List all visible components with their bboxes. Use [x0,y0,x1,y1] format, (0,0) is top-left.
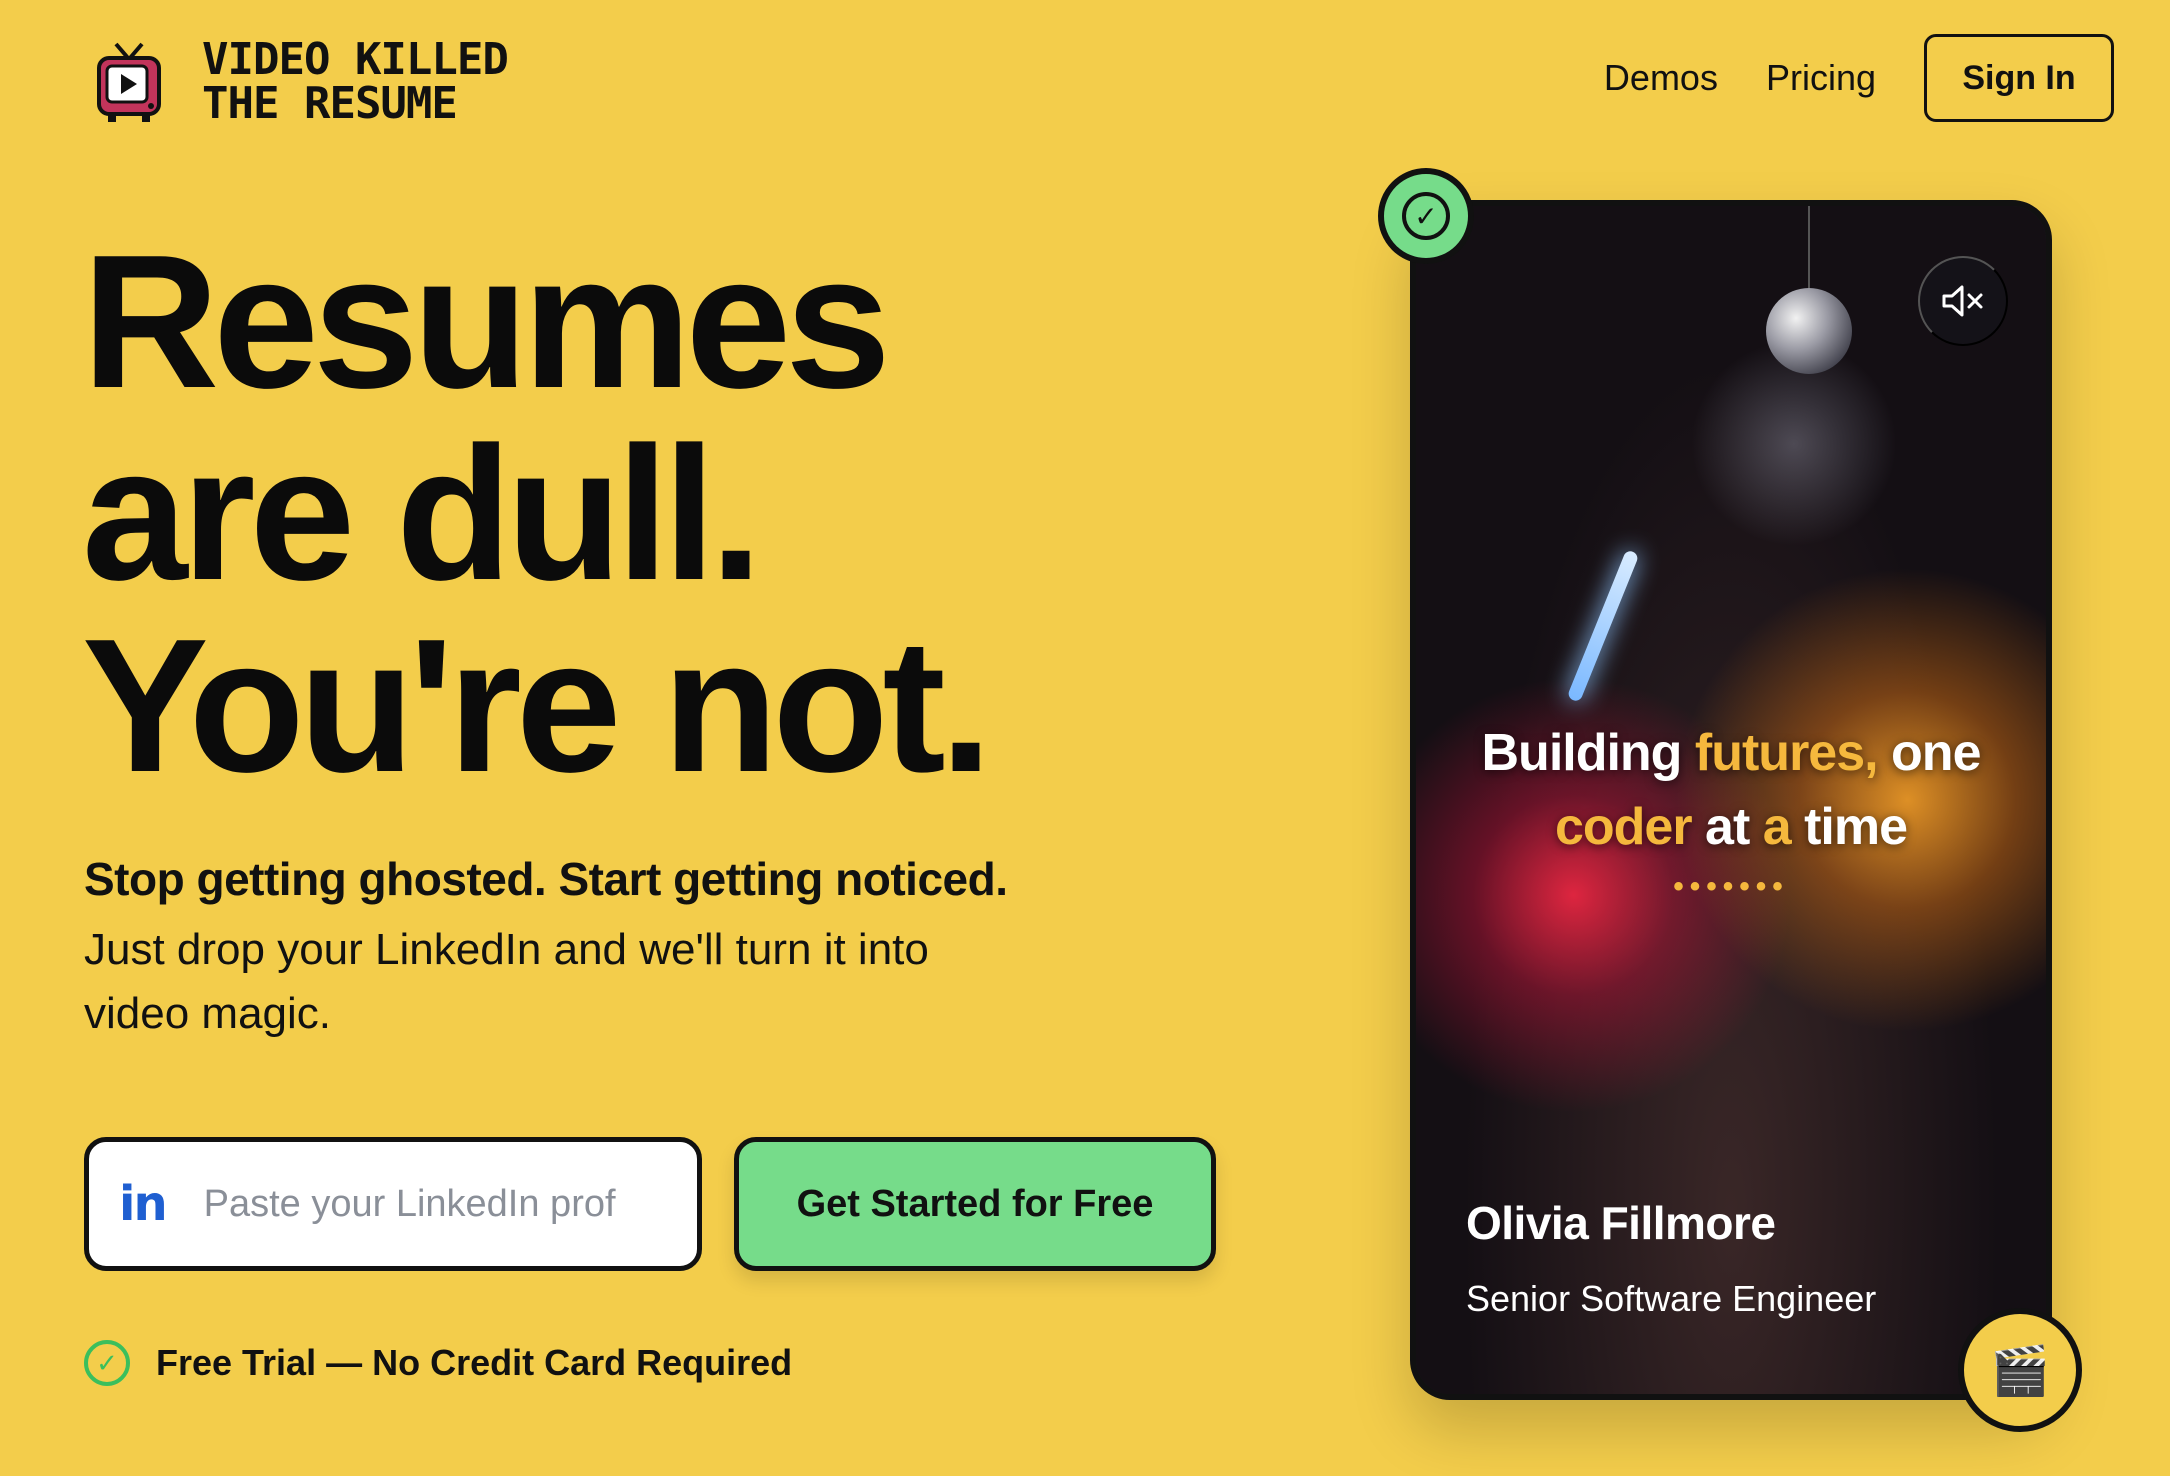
caption-progress-dots: ••••••• [1673,870,1789,903]
caption-highlight-3: a [1762,798,1792,856]
caption-text-3: at [1691,798,1763,856]
headline-line-3: You're not. [82,600,993,812]
speaker-muted-icon [1942,285,1983,317]
headline-line-1: Resumes [82,216,891,428]
caption-text-1: Building [1481,724,1695,782]
verified-badge: ✓ [1378,168,1474,264]
get-started-button[interactable]: Get Started for Free [734,1137,1216,1271]
nav-pricing-link[interactable]: Pricing [1766,57,1876,99]
headline-line-2: are dull. [82,408,763,620]
logo-line-1: VIDEO KILLED [202,34,509,85]
linkedin-icon: in [119,1176,168,1232]
person-name: Olivia Fillmore [1466,1197,1776,1249]
nav-demos-link[interactable]: Demos [1604,57,1718,99]
disco-ball [1766,288,1852,374]
video-preview-card[interactable]: Building futures, one coder at a time ••… [1410,200,2052,1400]
hero-headline: Resumes are dull. You're not. [82,216,993,812]
caption-highlight-2: coder [1554,798,1693,856]
disco-ball-string [1808,206,1810,290]
caption-highlight-1: futures, [1694,724,1879,782]
linkedin-url-input[interactable] [203,1182,624,1226]
mute-toggle-button[interactable] [1918,256,2008,346]
verified-check-icon: ✓ [1402,192,1450,240]
hero-description: Just drop your LinkedIn and we'll turn i… [84,925,929,1038]
caption-text-2: one [1877,724,1981,782]
linkedin-url-field[interactable]: in [84,1137,702,1271]
video-caption: Building futures, one coder at a time [1416,716,2046,864]
free-trial-note: ✓ Free Trial — No Credit Card Required [84,1340,792,1386]
logo-wordmark: VIDEO KILLED THE RESUME [202,34,509,129]
hero-tagline: Stop getting ghosted. Start getting noti… [84,853,1008,905]
caption-text-4: time [1790,798,1908,856]
sign-in-button[interactable]: Sign In [1924,34,2114,122]
logo-line-2: THE RESUME [202,78,458,129]
clapperboard-icon[interactable]: 🎬 [1958,1308,2082,1432]
free-trial-text: Free Trial — No Credit Card Required [156,1342,793,1383]
logo[interactable]: VIDEO KILLED THE RESUME [96,34,509,129]
tv-logo-icon [96,40,162,124]
person-title: Senior Software Engineer [1466,1278,1877,1319]
top-nav: Demos Pricing Sign In [1604,34,2114,122]
check-circle-icon: ✓ [84,1340,130,1386]
